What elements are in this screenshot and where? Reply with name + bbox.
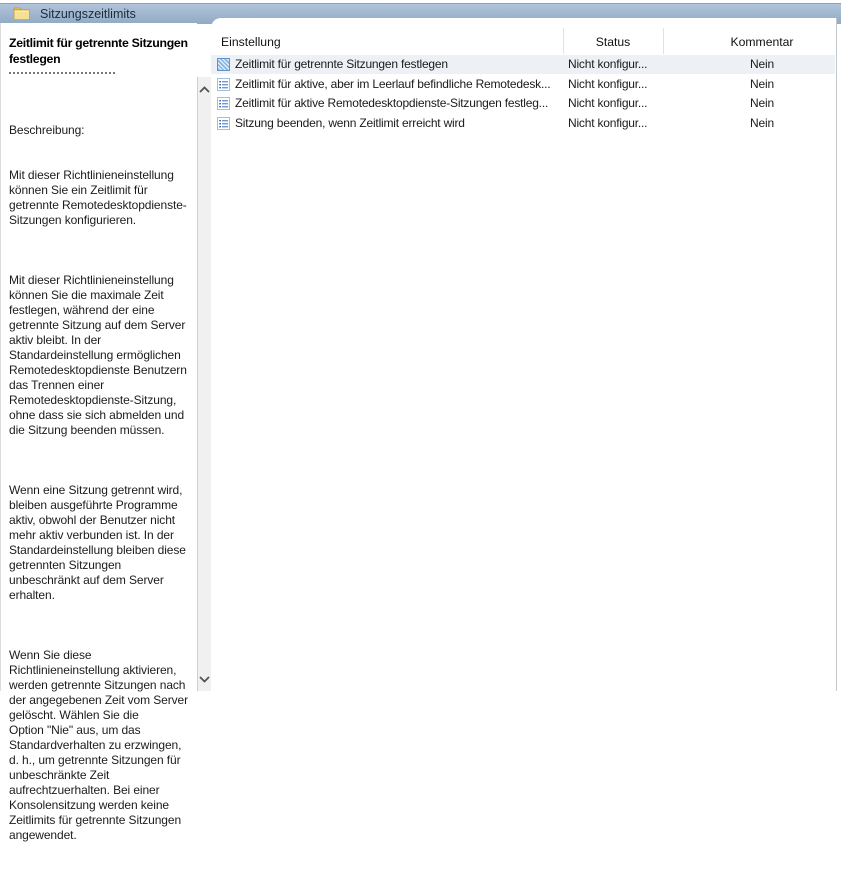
folder-icon [13, 7, 31, 21]
setting-name: Zeitlimit für aktive, aber im Leerlauf b… [235, 77, 551, 91]
setting-status: Nicht konfigur... [568, 116, 648, 130]
column-header-einstellung[interactable]: Einstellung [221, 35, 281, 50]
settings-list-panel: Einstellung Status Kommentar Zeitlimit f… [211, 18, 837, 691]
table-row[interactable]: Sitzung beenden, wenn Zeitlimit erreicht… [211, 114, 835, 133]
chevron-up-icon [199, 80, 210, 98]
selected-setting-icon [217, 58, 230, 71]
setting-status: Nicht konfigur... [568, 96, 648, 110]
description-paragraph: Mit dieser Richtlinieneinstellung können… [9, 168, 187, 227]
setting-comment: Nein [750, 57, 774, 71]
setting-comment: Nein [750, 77, 774, 91]
table-row[interactable]: Zeitlimit für aktive Remotedesktopdienst… [211, 94, 835, 113]
scroll-down-button[interactable] [198, 671, 211, 687]
clipped-text-remnant [9, 69, 115, 74]
scroll-up-button[interactable] [198, 81, 211, 97]
setting-list-icon [217, 78, 230, 91]
column-header-kommentar[interactable]: Kommentar [673, 35, 841, 50]
setting-comment: Nein [750, 96, 774, 110]
setting-status: Nicht konfigur... [568, 57, 648, 71]
description-paragraph: Mit dieser Richtlinieneinstellung können… [9, 273, 187, 437]
setting-comment: Nein [750, 116, 774, 130]
description-paragraph: Wenn eine Sitzung getrennt wird, bleiben… [9, 483, 186, 602]
setting-list-icon [217, 117, 230, 130]
column-header-status[interactable]: Status [563, 35, 663, 50]
setting-status: Nicht konfigur... [568, 77, 648, 91]
chevron-down-icon [199, 670, 210, 688]
setting-description: Beschreibung: Mit dieser Richtlinieneins… [9, 93, 198, 873]
setting-name: Zeitlimit für getrennte Sitzungen festle… [235, 57, 448, 71]
column-separator [663, 28, 664, 54]
folder-title: Sitzungszeitlimits [40, 7, 136, 21]
gpedit-settings-pane: Sitzungszeitlimits Zeitlimit für getrenn… [0, 0, 841, 842]
setting-name: Sitzung beenden, wenn Zeitlimit erreicht… [235, 116, 465, 130]
setting-name: Zeitlimit für aktive Remotedesktopdienst… [235, 96, 549, 110]
description-paragraph: Wenn Sie diese Richtlinieneinstellung ak… [9, 648, 189, 842]
description-pane: Zeitlimit für getrennte Sitzungen festle… [0, 23, 197, 842]
list-header: Einstellung Status Kommentar [211, 18, 836, 55]
table-row[interactable]: Zeitlimit für getrennte Sitzungen festle… [211, 55, 835, 74]
description-label: Beschreibung: [9, 123, 85, 137]
table-row[interactable]: Zeitlimit für aktive, aber im Leerlauf b… [211, 75, 835, 94]
description-scrollbar[interactable] [197, 77, 211, 691]
selected-setting-title: Zeitlimit für getrennte Sitzungen festle… [9, 36, 188, 66]
setting-list-icon [217, 97, 230, 110]
